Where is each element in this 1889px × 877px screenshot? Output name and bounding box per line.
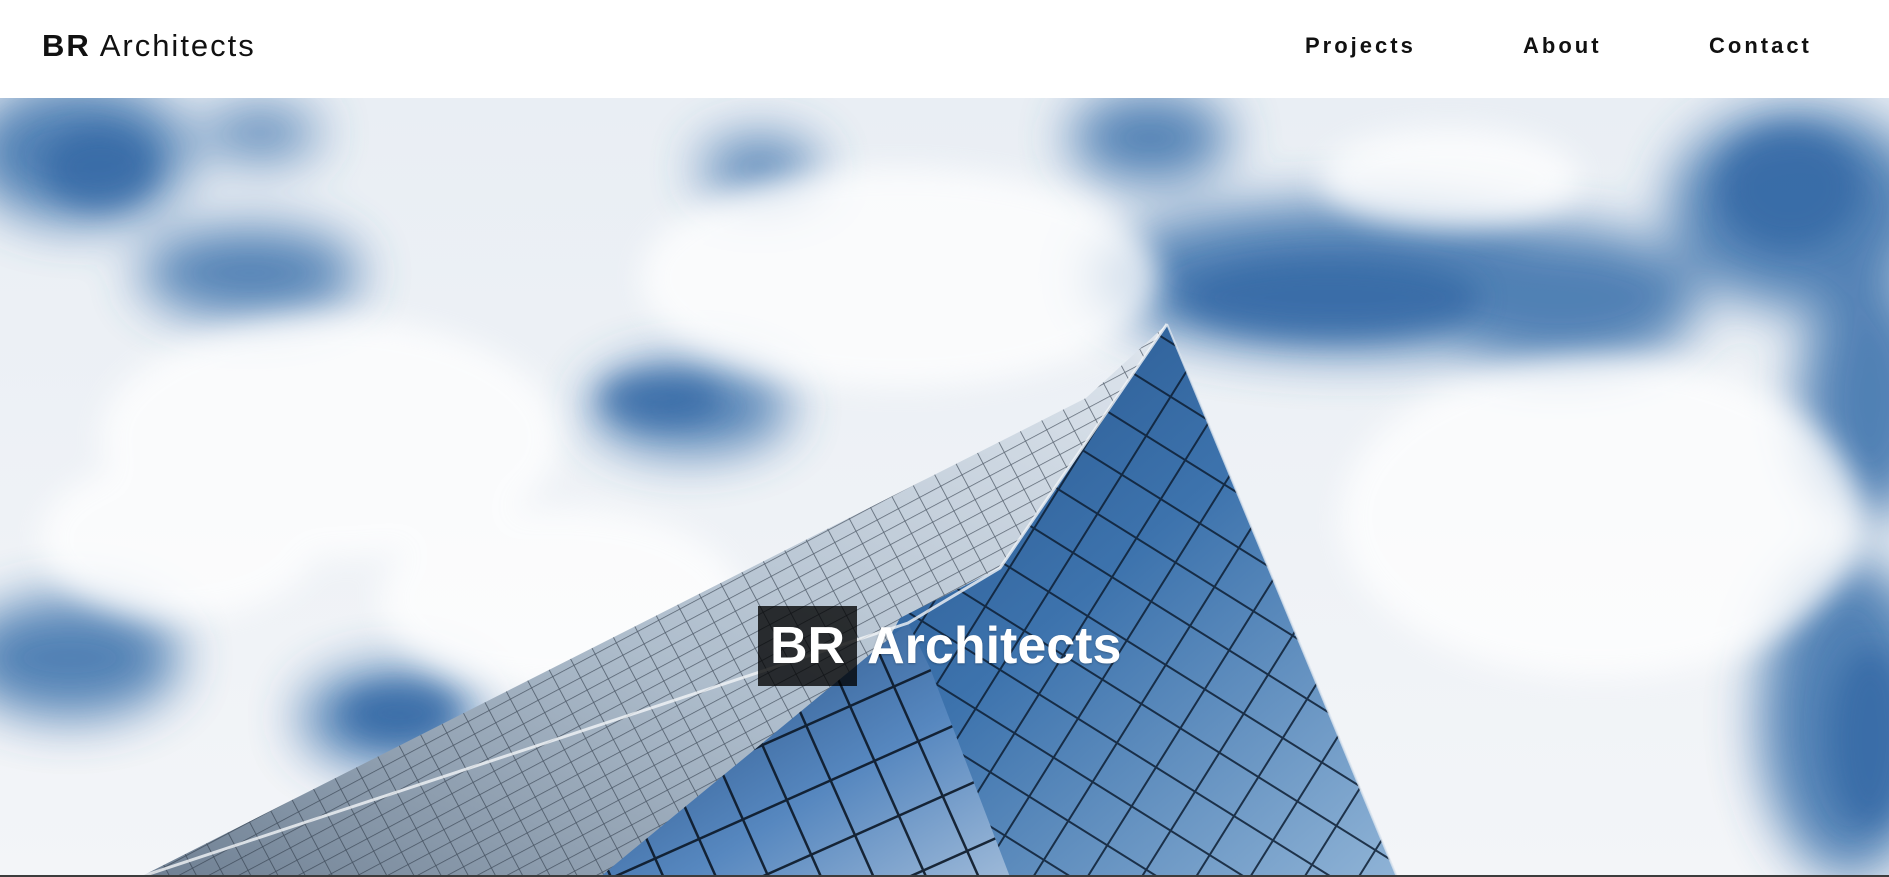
hero-banner: BR Architects [0,98,1889,877]
brand-bold-text: BR [42,28,91,63]
top-navigation-bar: BR Architects Projects About Contact [0,0,1889,98]
hero-title: BR Architects [758,606,1121,686]
hero-title-word: Architects [867,617,1122,675]
hero-title-box: BR [758,606,858,686]
brand-text: Architects [99,28,256,63]
nav-link-contact[interactable]: Contact [1709,33,1812,59]
nav-link-about[interactable]: About [1523,33,1602,59]
brand-logo-link[interactable]: BR Architects [42,28,256,64]
hero-image [0,98,1889,877]
page: BR Architects Projects About Contact BR … [0,0,1889,877]
nav-link-projects[interactable]: Projects [1305,33,1416,59]
